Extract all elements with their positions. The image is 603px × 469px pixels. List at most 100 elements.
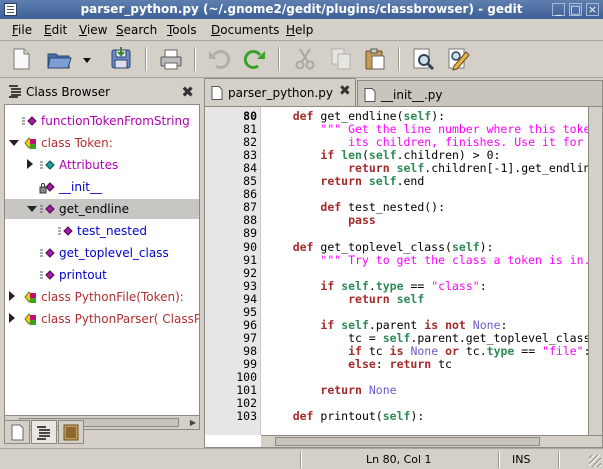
editor-vertical-scrollbar[interactable] [588, 107, 602, 435]
menu-label-rest: ools [172, 23, 197, 37]
tree-item[interactable]: class Token: [5, 133, 199, 153]
tab-init-py[interactable]: __init__.py [357, 80, 603, 106]
code-line: its children, finishes. Use it for co [265, 135, 603, 150]
tab-label: __init__.py [381, 88, 443, 102]
text-editor[interactable]: 80 81 82 83 84 85 86 87 88 89 90 91 92 93 94 95 96 97 98 99… [204, 106, 603, 448]
close-icon[interactable]: ✖ [339, 83, 351, 99]
status-divider [498, 451, 500, 468]
expander-closed-icon[interactable] [27, 159, 33, 169]
line-number: 96 [243, 317, 257, 332]
private-method-icon [39, 180, 55, 194]
minimize-icon[interactable]: _ [552, 3, 565, 16]
class-icon [21, 312, 37, 326]
code-line: return self [348, 291, 425, 306]
line-number: 81 [243, 122, 257, 137]
line-number: 103 [236, 409, 257, 424]
open-recent-arrow-icon[interactable] [80, 46, 94, 72]
class-browser-tab-icon[interactable] [31, 420, 57, 444]
tree-item-label: Attributes [59, 158, 119, 172]
tree-item[interactable]: Attributes [5, 155, 199, 175]
expander-open-icon[interactable] [27, 206, 37, 212]
code-line: if self.type == "class": [320, 278, 487, 293]
menu-view[interactable]: View [79, 23, 107, 37]
close-icon[interactable]: ✖ [181, 83, 194, 101]
method-icon [39, 268, 55, 282]
line-number: 95 [243, 304, 257, 319]
file-browser-tab-icon[interactable] [58, 420, 84, 444]
code-line: else: return tc [348, 356, 452, 371]
undo-icon[interactable] [206, 46, 232, 72]
menu-edit[interactable]: Edit [44, 23, 67, 37]
menu-documents[interactable]: Documents [211, 23, 279, 37]
toolbar-separator [194, 47, 196, 71]
insert-mode: INS [512, 453, 531, 466]
method-icon [57, 224, 73, 238]
menu-mnemonic: D [211, 23, 221, 37]
menu-help[interactable]: Help [286, 23, 313, 37]
tree-item[interactable]: functionTokenFromString [5, 111, 199, 131]
menu-label-rest: iew [86, 23, 108, 37]
tree-item[interactable]: get_toplevel_class [5, 243, 199, 263]
expander-closed-icon[interactable] [9, 313, 15, 323]
open-folder-icon[interactable] [46, 46, 72, 72]
line-number: 94 [243, 291, 257, 306]
code-line: def printout(self): [292, 409, 425, 424]
redo-icon[interactable] [242, 46, 268, 72]
scrollbar-thumb[interactable] [275, 437, 540, 446]
code-line: if self.parent is not None: [320, 317, 508, 332]
menu-mnemonic: E [44, 23, 52, 37]
menu-file[interactable]: File [12, 23, 32, 37]
maximize-icon[interactable]: □ [569, 3, 582, 16]
tree-item-label: __init__ [59, 180, 102, 194]
tree-item-label: get_endline [59, 202, 129, 216]
line-number: 97 [243, 330, 257, 345]
tree-item[interactable]: __init__ [5, 177, 199, 197]
tree-item-label: printout [59, 268, 107, 282]
find-icon[interactable] [410, 46, 436, 72]
tree-item[interactable]: get_endline [5, 199, 199, 219]
line-number: 91 [243, 252, 257, 267]
tree-item[interactable]: test_nested [5, 221, 199, 241]
line-number: 89 [243, 226, 257, 241]
documents-tab-icon[interactable] [4, 420, 30, 444]
code-line: return self.end [320, 174, 425, 189]
code-line: """ Try to get the class a token is in. … [320, 252, 603, 267]
document-icon [211, 86, 223, 100]
tree-item-label: class PythonParser( ClassPa [41, 312, 200, 326]
class-browser-icon [8, 85, 22, 98]
class-icon [21, 290, 37, 304]
tab-label: parser_python.py [228, 86, 333, 100]
line-number: 99 [243, 356, 257, 371]
code-line: pass [348, 213, 376, 228]
menu-search[interactable]: Search [116, 23, 157, 37]
expander-closed-icon[interactable] [9, 291, 15, 301]
line-number: 83 [243, 148, 257, 163]
resize-grip-icon[interactable] [589, 455, 601, 467]
close-window-icon[interactable]: × [586, 3, 599, 16]
tab-parser-python[interactable]: parser_python.py ✖ [204, 78, 356, 106]
save-icon[interactable] [108, 46, 134, 72]
line-number: 87 [243, 200, 257, 215]
menu-tools[interactable]: Tools [167, 23, 197, 37]
tree-item[interactable]: class PythonFile(Token): [5, 287, 199, 307]
paste-icon[interactable] [362, 46, 388, 72]
new-document-icon[interactable] [8, 46, 34, 72]
tree-item[interactable]: printout [5, 265, 199, 285]
expander-open-icon[interactable] [9, 140, 19, 146]
print-icon[interactable] [158, 46, 184, 72]
method-icon [39, 202, 55, 216]
side-panel-header: Class Browser ✖ [4, 80, 200, 104]
find-replace-icon[interactable] [446, 46, 472, 72]
window-title: parser_python.py (~/.gnome2/gedit/plugin… [80, 2, 523, 16]
title-bar[interactable]: parser_python.py (~/.gnome2/gedit/plugin… [0, 0, 603, 19]
cut-icon[interactable] [292, 46, 318, 72]
editor-horizontal-scrollbar[interactable] [261, 435, 602, 447]
class-tree[interactable]: functionTokenFromString class Token: Attri… [4, 104, 200, 416]
line-number: 84 [243, 161, 257, 176]
line-number: 98 [243, 343, 257, 358]
tree-item[interactable]: class PythonParser( ClassPa [5, 309, 199, 329]
code-area[interactable]: def get_endline(self): """ Get the line … [265, 107, 603, 435]
copy-icon[interactable] [328, 46, 354, 72]
line-number: 85 [243, 174, 257, 189]
line-number: 102 [236, 396, 257, 411]
